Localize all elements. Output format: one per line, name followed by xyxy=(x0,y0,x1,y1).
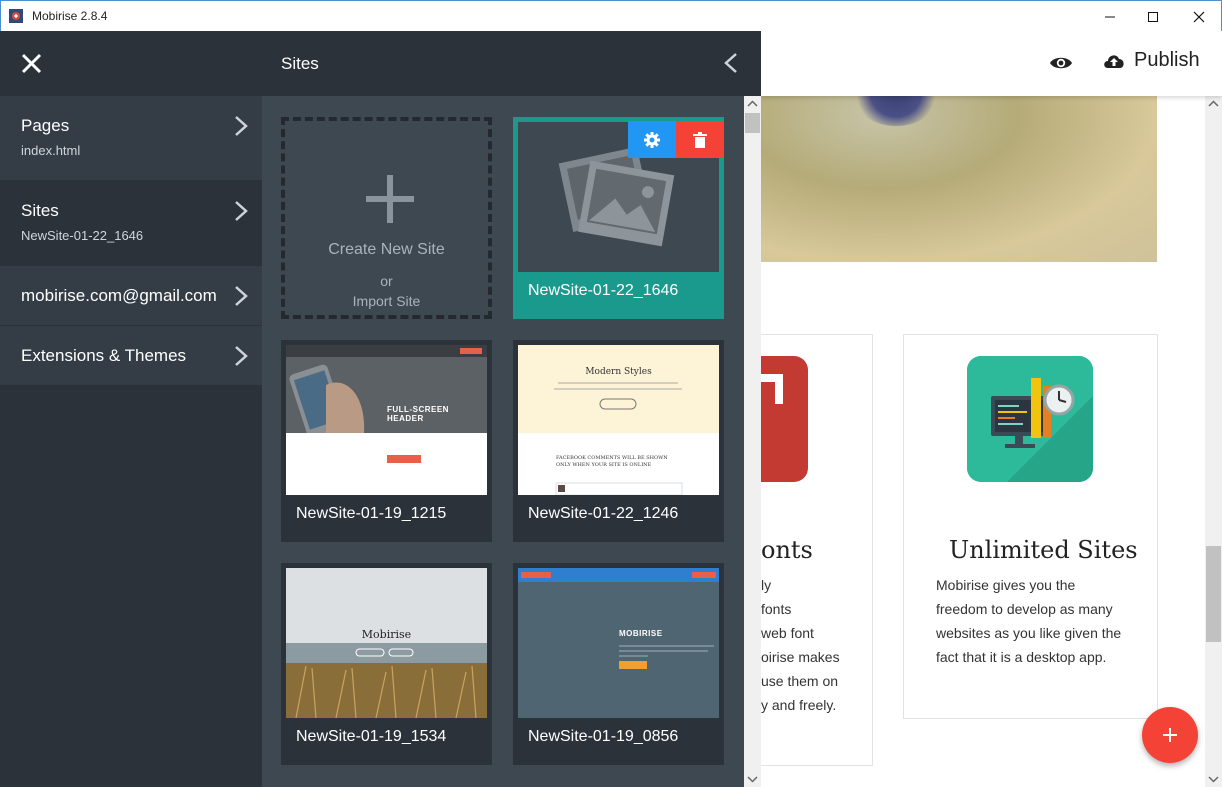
web-fonts-icon xyxy=(761,356,808,482)
site-preview-image xyxy=(518,568,719,718)
flower-graphic xyxy=(851,96,941,126)
chevron-right-icon xyxy=(235,116,248,136)
menu-item-sites[interactable]: Sites NewSite-01-22_1646 xyxy=(0,181,262,266)
add-block-button[interactable] xyxy=(1142,707,1198,763)
close-window-button[interactable] xyxy=(1176,1,1222,32)
minimize-button[interactable] xyxy=(1087,1,1133,32)
site-name: NewSite-01-22_1246 xyxy=(528,505,679,522)
menu-item-title: Pages xyxy=(21,116,70,135)
feature-line: Mobirise gives you the xyxy=(936,577,1076,593)
site-preview-image xyxy=(286,568,487,718)
hero-image xyxy=(761,96,1157,262)
thumb-comments-note: FACEBOOK COMMENTS WILL BE SHOWN ONLY WHE… xyxy=(556,455,668,468)
site-name: NewSite-01-22_1646 xyxy=(528,282,679,299)
site-tile-active[interactable]: NewSite-01-22_1646 xyxy=(513,117,724,319)
scroll-up-icon[interactable] xyxy=(744,96,761,113)
menu-item-account[interactable]: mobirise.com@gmail.com xyxy=(0,266,262,326)
sites-scroll-thumb[interactable] xyxy=(745,113,760,133)
site-name: NewSite-01-19_0856 xyxy=(528,728,679,745)
sites-header: Sites xyxy=(262,31,761,96)
chevron-right-icon xyxy=(235,286,248,306)
feature-line: fact that it is a desktop app. xyxy=(936,649,1107,665)
thumb-heading: Modern Styles xyxy=(585,367,652,377)
import-site-link[interactable]: Import Site xyxy=(285,293,488,309)
window-title: Mobirise 2.8.4 xyxy=(32,9,108,23)
feature-line: use them on xyxy=(761,673,839,689)
editor-toolbar: Publish xyxy=(761,31,1222,96)
cloud-upload-icon xyxy=(1104,54,1124,68)
menu-item-subtitle: NewSite-01-22_1646 xyxy=(21,228,144,243)
create-new-site-label: Create New Site xyxy=(328,241,445,258)
mobirise-logo-icon xyxy=(9,9,23,23)
site-name: NewSite-01-19_1215 xyxy=(296,505,447,522)
menu-header xyxy=(0,31,262,96)
plus-icon xyxy=(366,175,414,223)
menu-item-title: Sites xyxy=(21,201,59,220)
site-thumbnail: MOBIRISE xyxy=(518,568,719,718)
site-delete-button[interactable] xyxy=(676,121,724,158)
site-tile[interactable]: Mobirise NewSite-01-19_1534 xyxy=(281,563,492,765)
scroll-down-icon[interactable] xyxy=(1205,770,1222,787)
feature-title-fonts: onts xyxy=(761,536,813,564)
feature-text-unlimited-sites: Mobirise gives you the freedom to develo… xyxy=(936,573,1136,669)
close-icon xyxy=(1193,11,1205,22)
sites-panel: Sites Create New Site or Import Site New… xyxy=(262,31,761,787)
thumb-heading: Mobirise xyxy=(361,628,412,641)
publish-label: Publish xyxy=(1134,49,1200,71)
menu-item-pages[interactable]: Pages index.html xyxy=(0,96,262,181)
site-thumbnail: Modern Styles FACEBOOK COMMENTS WILL BE … xyxy=(518,345,719,495)
feature-line: fonts xyxy=(761,601,792,617)
feature-line: ly xyxy=(761,577,772,593)
feature-line: web font xyxy=(761,625,814,641)
feature-line: websites as you like given the xyxy=(936,625,1122,641)
chevron-left-icon[interactable] xyxy=(724,52,738,74)
scroll-down-icon[interactable] xyxy=(744,770,761,787)
editor-scroll-thumb[interactable] xyxy=(1206,546,1221,642)
chevron-right-icon xyxy=(235,346,248,366)
editor-scrollbar[interactable] xyxy=(1205,96,1222,787)
gear-icon xyxy=(644,131,660,148)
menu-item-subtitle: index.html xyxy=(21,143,81,158)
menu-item-extensions-themes[interactable]: Extensions & Themes xyxy=(0,326,262,386)
sites-scrollbar[interactable] xyxy=(744,96,761,787)
maximize-button[interactable] xyxy=(1130,1,1176,32)
site-thumbnail: FULL-SCREEN HEADER xyxy=(286,345,487,495)
publish-button[interactable]: Publish xyxy=(1102,49,1200,72)
thumb-heading: MOBIRISE xyxy=(619,629,663,638)
minimize-icon xyxy=(1105,16,1115,17)
page-editor: Publish onts Unlimited Sites ly fonts we… xyxy=(761,31,1222,787)
scroll-up-icon[interactable] xyxy=(1205,96,1222,113)
close-menu-icon[interactable] xyxy=(21,53,42,74)
site-settings-button[interactable] xyxy=(628,121,676,158)
site-name: NewSite-01-19_1534 xyxy=(296,728,447,745)
plus-icon xyxy=(1163,728,1177,742)
window-titlebar: Mobirise 2.8.4 xyxy=(0,0,1222,31)
main-menu: Pages index.html Sites NewSite-01-22_164… xyxy=(0,31,262,787)
chevron-right-icon xyxy=(235,201,248,221)
feature-line: y and freely. xyxy=(761,697,837,713)
site-tile[interactable]: FULL-SCREEN HEADER NewSite-01-19_1215 xyxy=(281,340,492,542)
feature-text-fonts: ly fonts web font oirise makes use them … xyxy=(761,573,851,717)
site-tile[interactable]: Modern Styles FACEBOOK COMMENTS WILL BE … xyxy=(513,340,724,542)
feature-line: oirise makes xyxy=(761,649,840,665)
create-new-site-tile[interactable]: Create New Site or Import Site xyxy=(281,117,492,319)
site-tile[interactable]: MOBIRISE NewSite-01-19_0856 xyxy=(513,563,724,765)
menu-item-title: mobirise.com@gmail.com xyxy=(21,286,217,305)
preview-eye-icon[interactable] xyxy=(1049,53,1073,73)
site-thumbnail: Mobirise xyxy=(286,568,487,718)
feature-line: freedom to develop as many xyxy=(936,601,1113,617)
feature-title-unlimited-sites: Unlimited Sites xyxy=(949,536,1138,564)
sites-title: Sites xyxy=(281,54,319,73)
desktop-app-icon xyxy=(967,356,1093,482)
trash-icon xyxy=(693,131,707,148)
menu-item-title: Extensions & Themes xyxy=(21,346,187,365)
or-label: or xyxy=(380,273,393,289)
maximize-icon xyxy=(1148,11,1158,22)
thumb-heading: FULL-SCREEN HEADER xyxy=(387,405,449,423)
